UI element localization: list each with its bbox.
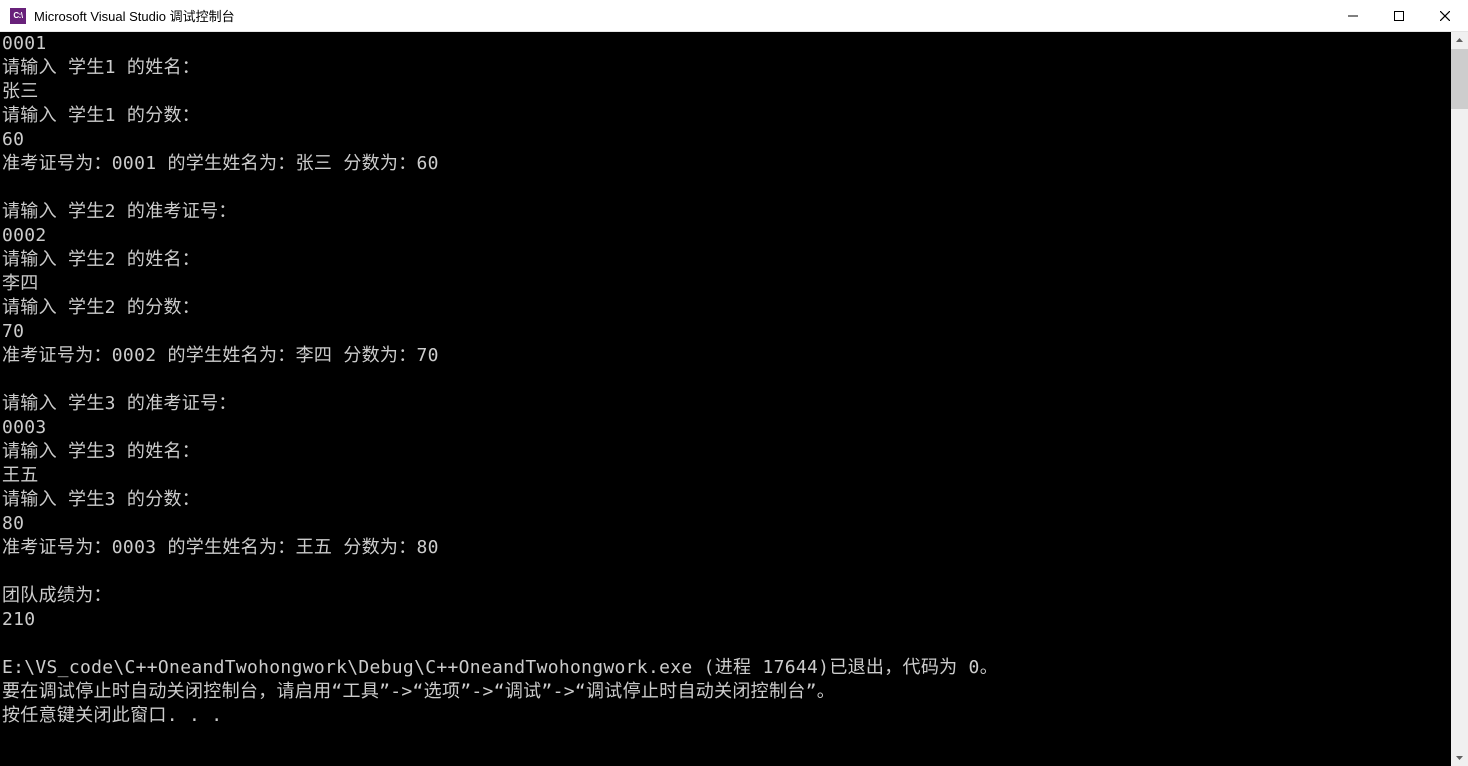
scrollbar-track[interactable]: [1451, 49, 1468, 749]
console-output[interactable]: 0001 请输入 学生1 的姓名： 张三 请输入 学生1 的分数： 60 准考证…: [0, 32, 1451, 766]
close-button[interactable]: [1422, 0, 1468, 31]
scroll-up-button[interactable]: [1451, 32, 1468, 49]
app-icon: C:\: [10, 8, 26, 24]
maximize-button[interactable]: [1376, 0, 1422, 31]
minimize-icon: [1348, 11, 1358, 21]
maximize-icon: [1394, 11, 1404, 21]
chevron-down-icon: [1455, 753, 1464, 762]
chevron-up-icon: [1455, 36, 1464, 45]
titlebar: C:\ Microsoft Visual Studio 调试控制台: [0, 0, 1468, 32]
minimize-button[interactable]: [1330, 0, 1376, 31]
scrollbar-thumb[interactable]: [1451, 49, 1468, 109]
window-title: Microsoft Visual Studio 调试控制台: [34, 6, 1330, 25]
window-controls: [1330, 0, 1468, 31]
console-area: 0001 请输入 学生1 的姓名： 张三 请输入 学生1 的分数： 60 准考证…: [0, 32, 1468, 766]
scroll-down-button[interactable]: [1451, 749, 1468, 766]
close-icon: [1440, 11, 1450, 21]
vertical-scrollbar[interactable]: [1451, 32, 1468, 766]
